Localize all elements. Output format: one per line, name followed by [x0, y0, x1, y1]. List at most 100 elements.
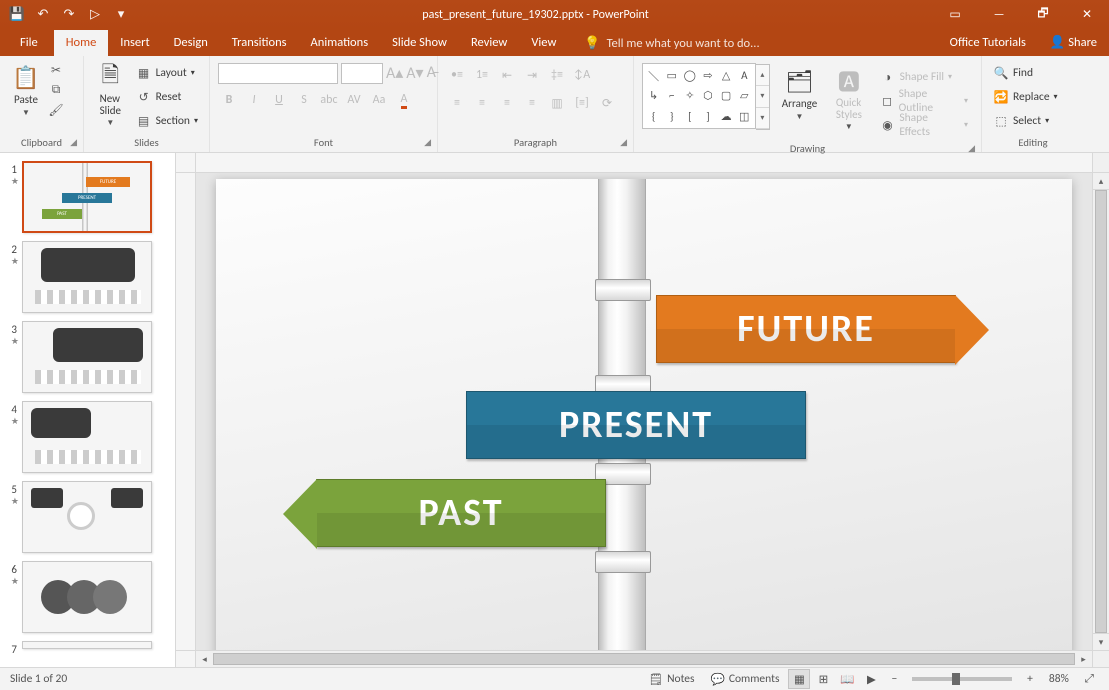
decrease-font-button[interactable]: A▾ [406, 63, 423, 84]
text-direction-button[interactable]: ↕A [571, 64, 593, 86]
undo-button[interactable]: ↶ [32, 4, 54, 26]
justify-button[interactable]: ≡ [521, 92, 543, 114]
slide-counter[interactable]: Slide 1 of 20 [0, 672, 67, 686]
clipboard-launcher[interactable]: ◢ [70, 137, 77, 148]
find-button[interactable]: 🔍Find [990, 63, 1061, 83]
normal-view-button[interactable]: ▦ [788, 669, 810, 689]
redo-button[interactable]: ↷ [58, 4, 80, 26]
bullets-button[interactable]: •≡ [446, 64, 468, 86]
quick-styles-button[interactable]: 🅰 Quick Styles ▼ [827, 63, 871, 132]
tab-review[interactable]: Review [459, 30, 519, 56]
scroll-left-button[interactable]: ◂ [196, 651, 213, 667]
scroll-thumb[interactable] [1095, 190, 1107, 633]
replace-button[interactable]: 🔁Replace ▾ [990, 87, 1061, 107]
align-center-button[interactable]: ≡ [471, 92, 493, 114]
tab-view[interactable]: View [519, 30, 568, 56]
scroll-down-button[interactable]: ▾ [1093, 633, 1109, 650]
zoom-out-button[interactable]: − [884, 668, 904, 690]
shapes-gallery-spinner[interactable]: ▴▾▾ [756, 64, 770, 130]
reset-button[interactable]: ↺Reset [133, 87, 201, 107]
ruler-horizontal[interactable] [196, 153, 1092, 173]
drawing-launcher[interactable]: ◢ [968, 143, 975, 154]
thumbnail-preview[interactable] [22, 321, 152, 393]
tab-slideshow[interactable]: Slide Show [380, 30, 459, 56]
office-tutorials-link[interactable]: Office Tutorials [938, 30, 1038, 56]
font-size-combo[interactable] [341, 63, 383, 84]
thumbnail-slide-2[interactable]: 2★ [4, 241, 175, 313]
thumbnail-slide-7[interactable]: 7 [4, 641, 175, 656]
thumbnail-preview[interactable] [22, 481, 152, 553]
paste-button[interactable]: 📋 Paste ▼ [6, 59, 46, 118]
cut-button[interactable]: ✂ [48, 62, 64, 78]
sign-future[interactable]: FUTURE [656, 295, 956, 363]
underline-button[interactable]: U [268, 89, 290, 111]
thumbnail-slide-4[interactable]: 4★ [4, 401, 175, 473]
ribbon-display-options-button[interactable]: ▭ [933, 0, 977, 29]
slideshow-view-button[interactable]: ▶ [860, 669, 882, 689]
slide-thumbnail-panel[interactable]: 1★ FUTURE PRESENT PAST 2★ 3★ 4★ 5★ 6★ [0, 153, 176, 667]
sign-past[interactable]: PAST [316, 479, 606, 547]
tab-transitions[interactable]: Transitions [220, 30, 299, 56]
sorter-view-button[interactable]: ⊞ [812, 669, 834, 689]
clear-formatting-button[interactable]: A̶ [427, 63, 436, 84]
zoom-in-button[interactable]: + [1020, 668, 1040, 690]
numbering-button[interactable]: 1≡ [471, 64, 493, 86]
layout-button[interactable]: ▦Layout ▾ [133, 63, 201, 83]
zoom-slider-handle[interactable] [952, 673, 960, 685]
shape-fill-button[interactable]: ◑Shape Fill ▾ [877, 67, 971, 87]
copy-button[interactable]: ⧉ [48, 82, 64, 98]
arrange-button[interactable]: 🗂 Arrange ▼ [776, 63, 823, 122]
new-slide-button[interactable]: 🗎 New Slide ▼ [90, 59, 131, 128]
vertical-scrollbar[interactable]: ▴ ▾ [1092, 173, 1109, 650]
convert-smartart-button[interactable]: ⟳ [596, 92, 618, 114]
zoom-level-button[interactable]: 88% [1042, 668, 1076, 690]
align-text-button[interactable]: [≡] [571, 92, 593, 114]
font-color-button[interactable]: A [393, 89, 415, 111]
from-beginning-button[interactable]: ▷ [84, 4, 106, 26]
thumbnail-preview[interactable] [22, 561, 152, 633]
thumbnail-preview[interactable]: FUTURE PRESENT PAST [22, 161, 152, 233]
share-button[interactable]: 👤 Share [1038, 30, 1109, 56]
tab-file[interactable]: File [8, 30, 50, 56]
shape-effects-button[interactable]: ◉Shape Effects ▾ [877, 115, 971, 135]
font-name-combo[interactable] [218, 63, 338, 84]
increase-font-button[interactable]: A▴ [386, 63, 403, 84]
align-left-button[interactable]: ≡ [446, 92, 468, 114]
minimize-button[interactable]: — [977, 0, 1021, 29]
shapes-gallery[interactable]: ＼ ▭ ◯ ⇨ △ A ↳ ⌐ ✧ ⬡ ▢ ▱ { } [ ] ☁ ◫ ▴▾▾ [642, 63, 756, 129]
change-case-button[interactable]: Aa [368, 89, 390, 111]
format-painter-button[interactable]: 🖌 [48, 102, 64, 118]
increase-indent-button[interactable]: ⇥ [521, 64, 543, 86]
comments-button[interactable]: 💬Comments [704, 668, 787, 690]
columns-button[interactable]: ▥ [546, 92, 568, 114]
align-right-button[interactable]: ≡ [496, 92, 518, 114]
shadow-button[interactable]: S [293, 89, 315, 111]
scroll-right-button[interactable]: ▸ [1075, 651, 1092, 667]
strikethrough-button[interactable]: abc [318, 89, 340, 111]
zoom-slider[interactable] [912, 677, 1012, 681]
close-button[interactable]: ✕ [1065, 0, 1109, 29]
char-spacing-button[interactable]: AV [343, 89, 365, 111]
select-button[interactable]: ⬚Select ▾ [990, 111, 1061, 131]
horizontal-scrollbar[interactable]: ◂ ▸ [196, 650, 1092, 667]
thumbnail-preview[interactable] [22, 401, 152, 473]
tab-insert[interactable]: Insert [108, 30, 161, 56]
slide-canvas[interactable]: FUTURE PRESENT PAST [196, 173, 1092, 650]
save-button[interactable]: 💾 [6, 4, 28, 26]
thumbnail-slide-3[interactable]: 3★ [4, 321, 175, 393]
tab-design[interactable]: Design [162, 30, 220, 56]
line-spacing-button[interactable]: ‡≡ [546, 64, 568, 86]
section-button[interactable]: ▤Section ▾ [133, 111, 201, 131]
thumbnail-preview[interactable] [22, 641, 152, 649]
paragraph-launcher[interactable]: ◢ [620, 137, 627, 148]
decrease-indent-button[interactable]: ⇤ [496, 64, 518, 86]
scroll-thumb[interactable] [213, 653, 1075, 665]
thumbnail-slide-6[interactable]: 6★ [4, 561, 175, 633]
tab-animations[interactable]: Animations [299, 30, 381, 56]
sign-present[interactable]: PRESENT [466, 391, 806, 459]
shape-outline-button[interactable]: ◻Shape Outline ▾ [877, 91, 971, 111]
ruler-vertical[interactable] [176, 173, 196, 650]
tell-me-search[interactable]: 💡 Tell me what you want to do... [574, 31, 769, 56]
font-launcher[interactable]: ◢ [424, 137, 431, 148]
qat-customize-button[interactable]: ▾ [110, 4, 132, 26]
